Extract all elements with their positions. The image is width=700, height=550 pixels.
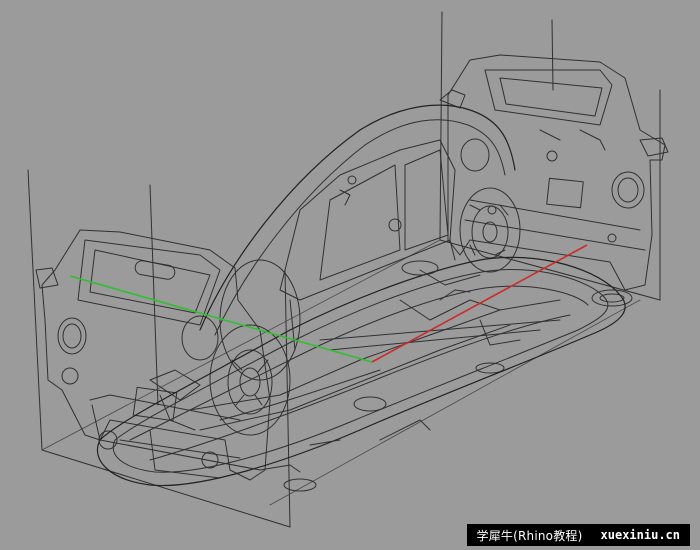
watermark-brand: 学犀牛(Rhino教程) xyxy=(476,528,583,543)
blueprint-frame-lines xyxy=(27,11,661,528)
watermark-banner: 学犀牛(Rhino教程) xuexiniu.cn xyxy=(466,524,690,546)
watermark-site: xuexiniu.cn xyxy=(600,528,680,542)
car-wireframe-scene[interactable] xyxy=(0,0,700,550)
x-axis-line xyxy=(371,244,588,363)
rhino-perspective-viewport[interactable]: 学犀牛(Rhino教程) xuexiniu.cn xyxy=(0,0,700,550)
top-view-blueprint xyxy=(96,256,633,492)
rear-view-blueprint xyxy=(439,54,669,291)
